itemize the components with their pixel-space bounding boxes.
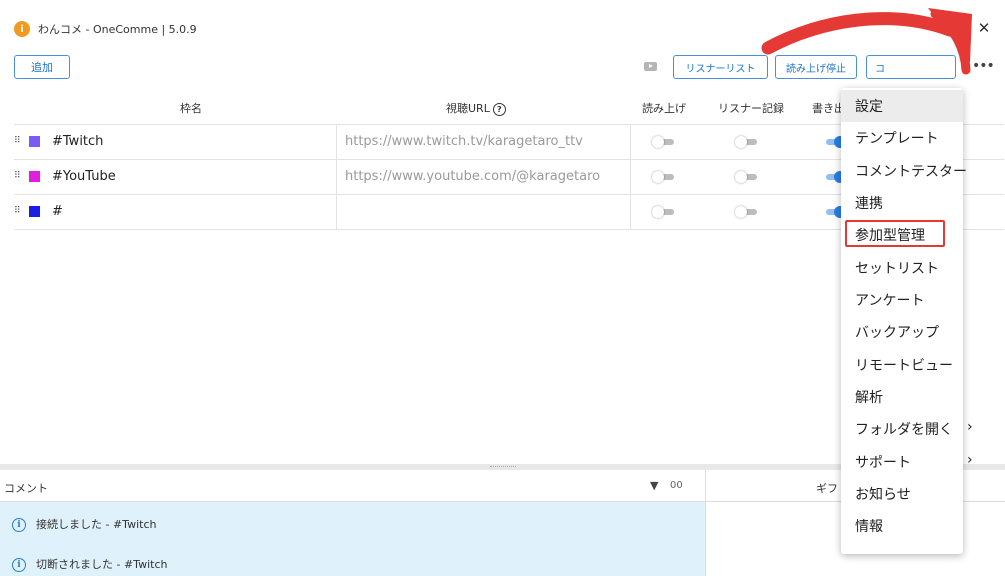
menu-item-integration[interactable]: 連携 <box>841 187 963 219</box>
info-icon: i <box>12 558 26 572</box>
comment-panel: コメント ▼ 00 i 接続しました - #Twitch i 切断されました - #… <box>0 470 706 576</box>
filter-icon[interactable]: ▼ <box>650 479 658 492</box>
comment-header: コメント ▼ 00 <box>0 470 705 502</box>
menu-item-label: サポート <box>855 455 911 471</box>
color-swatch[interactable] <box>29 206 40 217</box>
annotation-arrow-icon <box>761 8 972 75</box>
color-swatch[interactable] <box>29 136 40 147</box>
menu-item-label: セットリスト <box>855 261 939 277</box>
menu-item-label: お知らせ <box>855 487 911 503</box>
comment-title: コメント <box>4 482 48 495</box>
add-frame-button[interactable]: 追加 <box>14 55 70 79</box>
listener-record-toggle[interactable] <box>735 171 759 183</box>
menu-item-label: アンケート <box>855 293 925 309</box>
drag-handle-icon[interactable]: ⠿ <box>14 206 22 216</box>
menu-item-survey[interactable]: アンケート <box>841 284 963 316</box>
menu-item-info[interactable]: 情報 <box>841 510 963 542</box>
menu-item-open-folder[interactable]: フォルダを開く › <box>841 413 991 445</box>
splitter-grip-icon[interactable] <box>490 466 516 469</box>
header-url: 視聴URL? <box>446 100 506 116</box>
list-item[interactable]: i 切断されました - #Twitch <box>12 556 167 572</box>
youtube-icon[interactable] <box>644 62 657 71</box>
menu-item-label: 情報 <box>855 519 883 535</box>
highlight-annotation <box>845 220 945 247</box>
gift-title: ギフ <box>816 482 838 495</box>
menu-item-comment-tester[interactable]: コメントテスター <box>841 155 967 187</box>
comment-text: 切断されました - #Twitch <box>36 558 168 571</box>
window-title: わんコメ - OneComme | 5.0.9 <box>38 23 197 36</box>
listener-list-button[interactable]: リスナーリスト <box>673 55 768 79</box>
menu-item-label: 連携 <box>855 196 883 212</box>
header-read-aloud: 読み上げ <box>642 102 686 115</box>
comment-count: 00 <box>670 480 683 491</box>
header-frame-name: 枠名 <box>180 102 202 115</box>
help-icon[interactable]: ? <box>492 102 506 116</box>
chevron-right-icon: › <box>967 419 973 435</box>
menu-item-support[interactable]: サポート › <box>841 446 991 478</box>
info-icon: i <box>12 518 26 532</box>
url-text: https://www.youtube.com/@karagetaro <box>345 169 601 184</box>
menu-item-label: テンプレート <box>855 131 939 147</box>
menu-item-setlist[interactable]: セットリスト <box>841 252 963 284</box>
menu-item-news[interactable]: お知らせ <box>841 478 963 510</box>
read-aloud-toggle[interactable] <box>652 136 676 148</box>
drag-handle-icon[interactable]: ⠿ <box>14 136 22 146</box>
url-cell[interactable] <box>336 195 631 229</box>
overflow-menu: 設定 テンプレート コメントテスター 連携 参加型管理 セットリスト アンケート… <box>841 88 973 554</box>
frame-name[interactable]: #YouTube <box>52 169 116 184</box>
chevron-right-icon: › <box>967 452 973 468</box>
menu-item-remote-view[interactable]: リモートビュー <box>841 349 963 381</box>
url-cell[interactable]: https://www.twitch.tv/karagetaro_ttv <box>336 125 631 159</box>
app-logo-icon: i <box>14 21 30 37</box>
frame-name[interactable]: # <box>52 204 63 219</box>
menu-item-label: バックアップ <box>855 325 939 341</box>
header-url-label: 視聴URL <box>446 102 490 115</box>
listener-record-toggle[interactable] <box>735 206 759 218</box>
menu-item-label: コメントテスター <box>855 164 967 180</box>
list-item[interactable]: i 接続しました - #Twitch <box>12 516 156 532</box>
listener-record-toggle[interactable] <box>735 136 759 148</box>
menu-item-label: 解析 <box>855 390 883 406</box>
comment-list[interactable]: i 接続しました - #Twitch i 切断されました - #Twitch <box>0 502 705 576</box>
menu-item-template[interactable]: テンプレート <box>841 122 963 154</box>
drag-handle-icon[interactable]: ⠿ <box>14 171 22 181</box>
menu-item-label: フォルダを開く <box>855 422 953 438</box>
read-aloud-toggle[interactable] <box>652 206 676 218</box>
menu-item-analysis[interactable]: 解析 <box>841 381 963 413</box>
menu-item-label: リモートビュー <box>855 358 953 374</box>
frame-name[interactable]: #Twitch <box>52 134 103 149</box>
comment-text: 接続しました - #Twitch <box>36 518 157 531</box>
color-swatch[interactable] <box>29 171 40 182</box>
url-text: https://www.twitch.tv/karagetaro_ttv <box>345 134 583 149</box>
url-cell[interactable]: https://www.youtube.com/@karagetaro <box>336 160 631 194</box>
read-aloud-toggle[interactable] <box>652 171 676 183</box>
menu-item-backup[interactable]: バックアップ <box>841 316 963 348</box>
